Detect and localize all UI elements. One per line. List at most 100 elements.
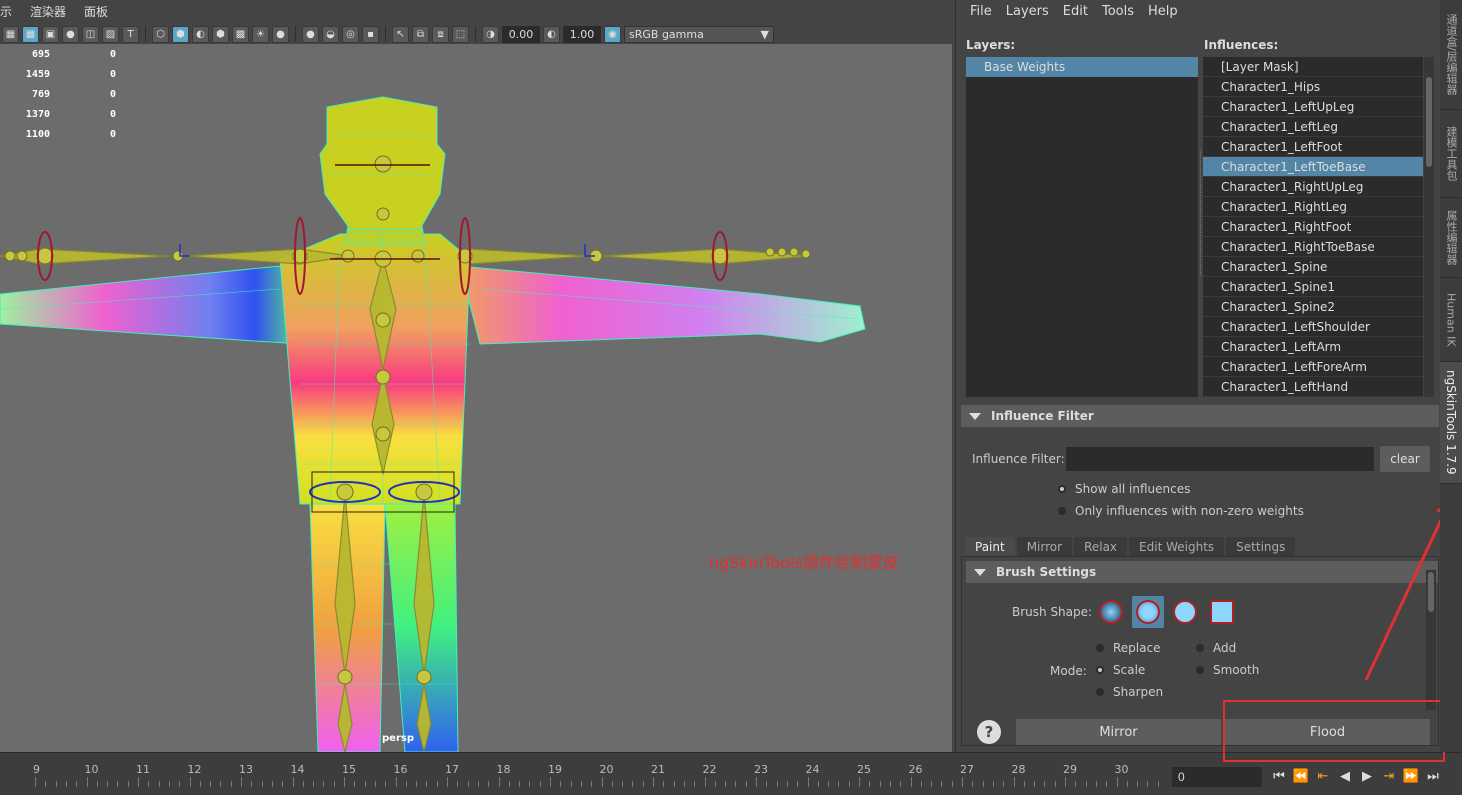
tab-paint[interactable]: Paint xyxy=(965,537,1015,557)
mode-add[interactable]: Add xyxy=(1196,641,1236,655)
influence-item[interactable]: Character1_Spine xyxy=(1203,257,1423,277)
gamma-field[interactable]: 1.00 xyxy=(563,25,601,43)
color-management-icon[interactable]: ◉ xyxy=(604,25,621,43)
motion-blur-icon[interactable]: ◒ xyxy=(322,25,339,43)
ambient-occlusion-icon[interactable]: ● xyxy=(302,25,319,43)
isolate-select-icon[interactable]: ↖ xyxy=(392,25,409,43)
influence-filter-header[interactable]: Influence Filter xyxy=(961,405,1439,427)
tick-label: 10 xyxy=(84,763,99,776)
radio-show-all[interactable]: Show all influences xyxy=(1058,482,1190,496)
3d-viewport[interactable]: 695 0 1459 0 769 0 1370 0 1100 0 ngSkinTools插… xyxy=(0,44,952,752)
mode-sharpen[interactable]: Sharpen xyxy=(1096,685,1163,699)
next-key-icon[interactable]: ⇥ xyxy=(1380,766,1398,786)
tab-relax[interactable]: Relax xyxy=(1074,537,1128,557)
influence-item[interactable]: Character1_Hips xyxy=(1203,77,1423,97)
brush-soft-button[interactable] xyxy=(1132,596,1164,628)
layers-list[interactable]: Base Weights xyxy=(966,57,1198,397)
light-icon[interactable]: ☀ xyxy=(252,25,269,43)
menu-edit[interactable]: Edit xyxy=(1063,4,1088,19)
tab-settings[interactable]: Settings xyxy=(1226,537,1296,557)
influence-item[interactable]: Character1_LeftLeg xyxy=(1203,117,1423,137)
xray-active-icon[interactable]: ⧈ xyxy=(432,25,449,43)
xray-icon[interactable]: ◫ xyxy=(82,25,99,43)
influence-item[interactable]: Character1_Spine2 xyxy=(1203,297,1423,317)
menu-show[interactable]: 示 xyxy=(0,3,12,21)
play-back-icon[interactable]: ◀ xyxy=(1336,766,1354,786)
mode-smooth[interactable]: Smooth xyxy=(1196,663,1259,677)
smooth-shade-icon[interactable]: ▣ xyxy=(42,25,59,43)
mirror-button[interactable]: Mirror xyxy=(1016,719,1221,745)
image-plane-icon[interactable]: ▨ xyxy=(102,25,119,43)
menu-tools[interactable]: Tools xyxy=(1102,4,1134,19)
influence-item[interactable]: Character1_RightFoot xyxy=(1203,217,1423,237)
wireframe-icon[interactable]: ▦ xyxy=(2,25,19,43)
influence-item[interactable]: Character1_LeftUpLeg xyxy=(1203,97,1423,117)
brush-gaussian-button[interactable] xyxy=(1095,596,1127,628)
menu-renderer[interactable]: 渲染器 xyxy=(30,3,66,21)
influences-scrollbar[interactable] xyxy=(1424,57,1434,397)
side-tab-modeling-toolkit[interactable]: 建模工具包 xyxy=(1440,110,1462,198)
text-icon[interactable]: T xyxy=(122,25,139,43)
shadow-icon[interactable]: ● xyxy=(272,25,289,43)
mode-scale[interactable]: Scale xyxy=(1096,663,1145,677)
influence-filter-input[interactable] xyxy=(1066,447,1374,471)
mode-replace[interactable]: Replace xyxy=(1096,641,1160,655)
influence-item[interactable]: Character1_LeftToeBase xyxy=(1203,157,1423,177)
menu-file[interactable]: File xyxy=(970,4,992,19)
brush-solid-button[interactable] xyxy=(1169,596,1201,628)
xray-joints-icon[interactable]: ⧉ xyxy=(412,25,429,43)
tick-mark xyxy=(251,781,253,787)
side-tab-ngskintools[interactable]: ngSkinTools 1.7.9 xyxy=(1440,362,1462,484)
cube-shaded-icon[interactable]: ⬢ xyxy=(172,25,189,43)
side-tab-human-ik[interactable]: Human IK xyxy=(1440,278,1462,362)
play-forward-icon[interactable]: ▶ xyxy=(1358,766,1376,786)
exposure-icon[interactable]: ◑ xyxy=(482,25,499,43)
timeline-ruler[interactable]: 9 10 11 12 13 14 15 16 17 18 19 20 21 22 23 24 25 26 27 28 2… xyxy=(0,759,1170,791)
cube-wire-icon[interactable]: ⬡ xyxy=(152,25,169,43)
resolution-gate-icon[interactable]: ⬚ xyxy=(452,25,469,43)
half-shade-icon[interactable]: ◐ xyxy=(192,25,209,43)
brush-square-button[interactable] xyxy=(1206,596,1238,628)
influence-item[interactable]: Character1_LeftFoot xyxy=(1203,137,1423,157)
influence-item[interactable]: Character1_RightUpLeg xyxy=(1203,177,1423,197)
influence-item[interactable]: Character1_RightToeBase xyxy=(1203,237,1423,257)
flood-button[interactable]: Flood xyxy=(1225,719,1430,745)
shaded-icon[interactable]: ● xyxy=(62,25,79,43)
depth-icon[interactable]: ▪ xyxy=(362,25,379,43)
influence-item[interactable]: [Layer Mask] xyxy=(1203,57,1423,77)
texture-icon[interactable]: ⬢ xyxy=(212,25,229,43)
prev-key-icon[interactable]: ⇤ xyxy=(1314,766,1332,786)
color-space-select[interactable]: sRGB gamma ▼ xyxy=(624,25,774,43)
go-to-end-icon[interactable]: ⏭ xyxy=(1424,766,1442,786)
scrollbar-thumb[interactable] xyxy=(1426,77,1432,167)
influence-item[interactable]: Character1_LeftHand xyxy=(1203,377,1423,397)
gamma-icon[interactable]: ◐ xyxy=(543,25,560,43)
step-forward-icon[interactable]: ⏩ xyxy=(1402,766,1420,786)
step-back-icon[interactable]: ⏪ xyxy=(1292,766,1310,786)
radio-nonzero[interactable]: Only influences with non-zero weights xyxy=(1058,504,1304,518)
current-frame-field[interactable] xyxy=(1172,767,1262,787)
clear-button[interactable]: clear xyxy=(1380,446,1430,472)
tab-mirror[interactable]: Mirror xyxy=(1016,537,1073,557)
menu-help[interactable]: Help xyxy=(1148,4,1178,19)
influence-item[interactable]: Character1_LeftForeArm xyxy=(1203,357,1423,377)
side-tab-attribute-editor[interactable]: 属性编辑器 xyxy=(1440,198,1462,278)
exposure-field[interactable]: 0.00 xyxy=(502,25,540,43)
influence-item[interactable]: Character1_RightLeg xyxy=(1203,197,1423,217)
menu-layers[interactable]: Layers xyxy=(1006,4,1049,19)
grid-icon[interactable]: ▦ xyxy=(22,25,39,43)
tick-mark xyxy=(591,781,593,787)
antialias-icon[interactable]: ◎ xyxy=(342,25,359,43)
checker-icon[interactable]: ▩ xyxy=(232,25,249,43)
tick-mark xyxy=(611,781,613,787)
help-button[interactable]: ? xyxy=(977,720,1001,744)
menu-panels[interactable]: 面板 xyxy=(84,3,108,21)
influence-item[interactable]: Character1_Spine1 xyxy=(1203,277,1423,297)
influences-list[interactable]: [Layer Mask] Character1_Hips Character1_Le… xyxy=(1203,57,1423,397)
influence-item[interactable]: Character1_LeftShoulder xyxy=(1203,317,1423,337)
layer-item[interactable]: Base Weights xyxy=(966,57,1198,77)
influence-item[interactable]: Character1_LeftArm xyxy=(1203,337,1423,357)
tab-edit-weights[interactable]: Edit Weights xyxy=(1129,537,1225,557)
side-tab-channel-box[interactable]: 通道盒/层编辑器 xyxy=(1440,0,1462,110)
go-to-start-icon[interactable]: ⏮ xyxy=(1270,766,1288,786)
